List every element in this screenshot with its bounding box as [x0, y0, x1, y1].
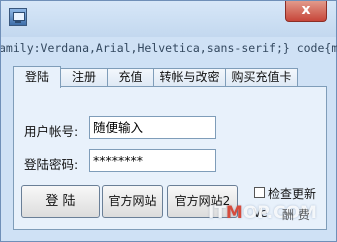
check-update-label: 检查更新	[268, 187, 317, 201]
check-update-checkbox[interactable]	[254, 187, 265, 198]
password-label: 登陆密码:	[24, 157, 79, 172]
tab-recharge[interactable]: 充值	[107, 68, 154, 87]
app-icon	[9, 8, 27, 26]
watermark-overlay-text: 酬 费	[282, 208, 310, 222]
tab-register[interactable]: 注册	[60, 68, 108, 87]
official-site-button[interactable]: 官方网站	[102, 185, 163, 218]
watermark-dot: M	[225, 203, 243, 223]
account-label: 用户帐号:	[24, 124, 79, 139]
watermark-prefix: IT	[208, 203, 226, 223]
password-input[interactable]: ********	[89, 149, 216, 172]
tab-transfer-password[interactable]: 转帐与改密	[153, 68, 226, 87]
account-input[interactable]: 随便输入	[89, 116, 216, 139]
code-text-strip: amily:Verdana,Arial,Helvetica,sans-serif…	[1, 41, 337, 55]
app-window: x amily:Verdana,Arial,Helvetica,sans-ser…	[0, 0, 337, 242]
tab-buy-card[interactable]: 购买充值卡	[225, 68, 298, 87]
close-button[interactable]: x	[285, 1, 327, 22]
tab-bar: 登陆 注册 充值 转帐与改密 购买充值卡	[13, 66, 298, 88]
tab-login[interactable]: 登陆	[13, 66, 61, 88]
login-button[interactable]: 登 陆	[21, 185, 100, 218]
title-bar: x	[1, 1, 336, 37]
